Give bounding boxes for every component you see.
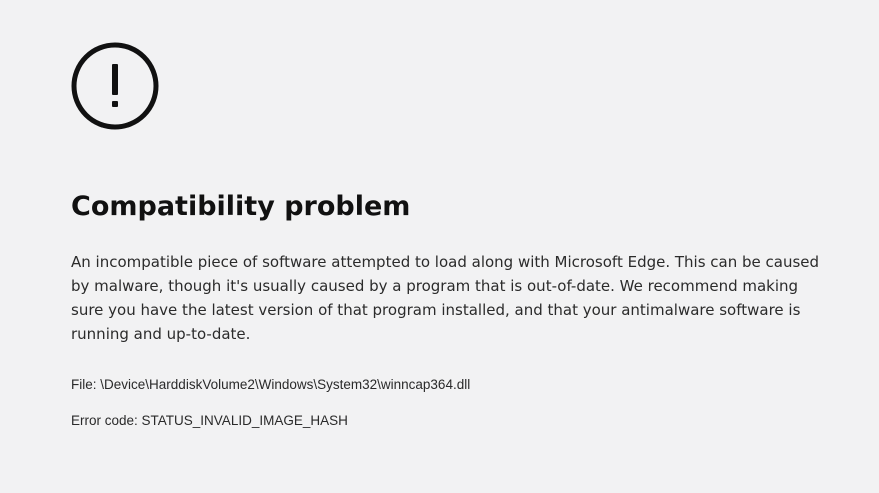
error-code-line: Error code: STATUS_INVALID_IMAGE_HASH <box>71 412 348 430</box>
error-description: An incompatible piece of software attemp… <box>71 253 820 343</box>
alert-circle-icon <box>71 42 159 130</box>
page-title: Compatibility problem <box>71 191 411 222</box>
file-label: File: <box>71 377 97 392</box>
error-page: Compatibility problem An incompatible pi… <box>0 0 879 493</box>
error-code-label: Error code: <box>71 413 138 428</box>
file-path: \Device\HarddiskVolume2\Windows\System32… <box>100 377 471 392</box>
error-code-value: STATUS_INVALID_IMAGE_HASH <box>141 413 348 428</box>
file-path-line: File: \Device\HarddiskVolume2\Windows\Sy… <box>71 376 470 394</box>
